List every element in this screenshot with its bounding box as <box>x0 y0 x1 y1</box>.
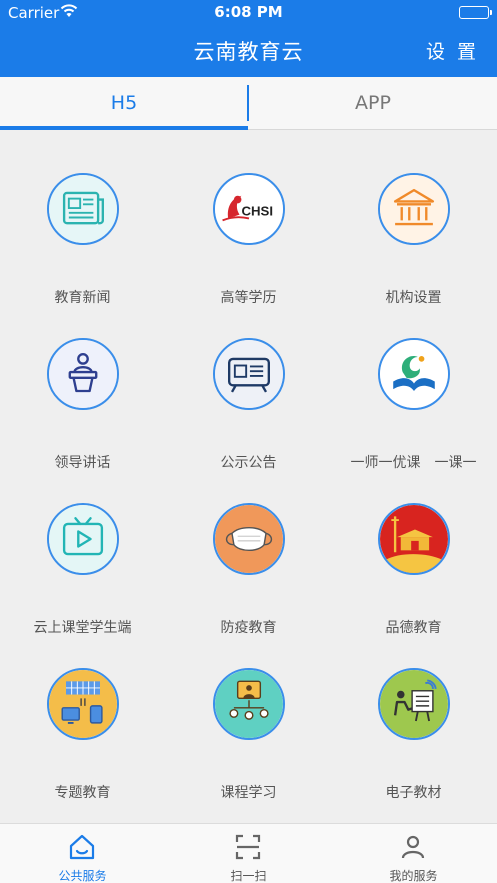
course-study-icon <box>213 668 285 740</box>
topic-devices-icon <box>47 668 119 740</box>
newspaper-icon <box>47 173 119 245</box>
grid-item-epidemic-education[interactable]: 防疫教育 <box>166 461 331 636</box>
institution-building-icon <box>378 173 450 245</box>
bottom-tab-label: 我的服务 <box>389 869 438 883</box>
bottom-tab-public-service[interactable]: 公共服务 <box>0 824 165 883</box>
scan-icon <box>235 834 261 860</box>
tv-play-icon <box>47 503 119 575</box>
bottom-tab-bar: 公共服务 扫一扫 我的服务 <box>0 823 497 883</box>
battery-icon <box>459 6 492 19</box>
tab-app[interactable]: APP <box>249 77 497 130</box>
grid-item-institution-settings[interactable]: 机构设置 <box>331 131 496 306</box>
segment-tabs: H5 APP <box>0 77 497 130</box>
bottom-tab-label: 公共服务 <box>58 869 107 883</box>
grid-item-public-notice[interactable]: 公示公告 <box>166 296 331 471</box>
notice-board-icon <box>213 338 285 410</box>
grid-item-cloud-classroom[interactable]: 云上课堂学生端 <box>0 461 165 636</box>
grid-item-moral-education[interactable]: 品德教育 <box>331 461 496 636</box>
page-title: 云南教育云 <box>193 40 304 64</box>
grid-item-e-textbook[interactable]: 电子教材 <box>331 626 496 801</box>
status-bar: Carrier 6:08 PM <box>0 0 497 24</box>
grid-item-education-news[interactable]: 教育新闻 <box>0 131 165 306</box>
user-icon <box>401 835 425 859</box>
grid-item-topic-education[interactable]: 专题教育 <box>0 626 165 801</box>
grid-item-leader-speech[interactable]: 领导讲话 <box>0 296 165 471</box>
bottom-tab-label: 扫一扫 <box>230 869 267 883</box>
grid-item-quality-lessons[interactable]: 一师一优课 一课一 <box>331 296 496 471</box>
settings-button[interactable]: 设 置 <box>426 37 479 64</box>
grid-item-higher-education[interactable]: CHSI 高等学历 <box>166 131 331 306</box>
e-textbook-icon <box>378 668 450 740</box>
tiananmen-icon <box>378 503 450 575</box>
grid-item-course-study[interactable]: 课程学习 <box>166 626 331 801</box>
bottom-tab-my-service[interactable]: 我的服务 <box>331 824 496 883</box>
service-grid: 教育新闻 CHSI 高等学历 机构设置 领导讲话 公示公告 一师一优课 一课一 … <box>0 131 497 823</box>
active-tab-indicator <box>0 126 248 130</box>
grid-item-label: 课程学习 <box>220 785 277 801</box>
grid-item-label: 专题教育 <box>54 785 111 801</box>
clock-time: 6:08 PM <box>214 3 283 21</box>
face-mask-icon <box>213 503 285 575</box>
home-icon <box>69 834 95 860</box>
chsi-logo-text: CHSI <box>241 204 273 219</box>
tab-h5[interactable]: H5 <box>0 77 248 130</box>
grid-item-label: 电子教材 <box>385 785 442 801</box>
tab-divider <box>247 85 249 121</box>
header-bar: Carrier 6:08 PM 云南教育云 设 置 <box>0 0 497 77</box>
speaker-podium-icon <box>47 338 119 410</box>
education-logo-icon <box>378 338 450 410</box>
bottom-tab-scan[interactable]: 扫一扫 <box>166 824 331 883</box>
chsi-logo-icon: CHSI <box>213 173 285 245</box>
